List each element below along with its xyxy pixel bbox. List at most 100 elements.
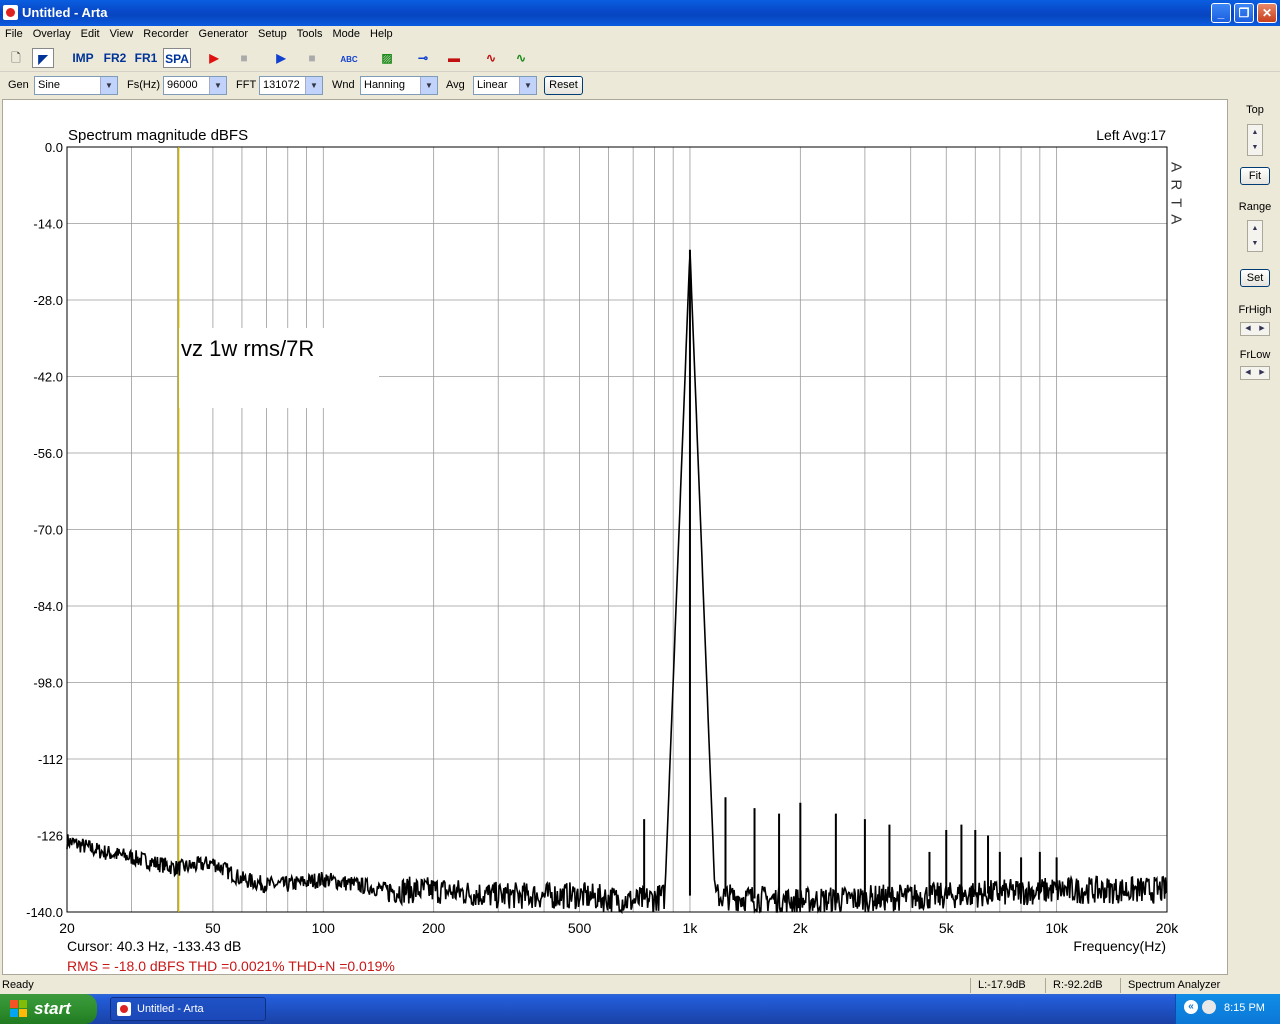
- minimize-button[interactable]: _: [1211, 3, 1231, 23]
- spectrum-view-icon[interactable]: ∿: [510, 48, 532, 68]
- window-title: Untitled - Arta: [22, 5, 108, 20]
- x-tick-label: 20: [59, 920, 75, 936]
- wnd-select[interactable]: Hanning ▼: [360, 76, 438, 95]
- close-button[interactable]: ✕: [1257, 3, 1277, 23]
- tray-app-icon[interactable]: [1202, 1000, 1216, 1014]
- status-bar: Ready L:-17.9dB R:-92.2dB Spectrum Analy…: [0, 977, 1280, 994]
- cursor-mode-icon[interactable]: ◤: [32, 48, 54, 68]
- menu-recorder[interactable]: Recorder: [138, 26, 193, 40]
- x-tick-label: 200: [422, 920, 446, 936]
- reset-button[interactable]: Reset: [544, 76, 583, 95]
- right-level: R:-92.2dB: [1053, 979, 1103, 991]
- fit-button[interactable]: Fit: [1240, 167, 1270, 185]
- taskbar-item-label: Untitled - Arta: [137, 1003, 204, 1015]
- impulse-mode-button[interactable]: IMP: [70, 48, 96, 68]
- menu-tools[interactable]: Tools: [292, 26, 328, 40]
- grid-lines: [66, 146, 1168, 913]
- top-label: Top: [1246, 104, 1264, 116]
- menu-view[interactable]: View: [105, 26, 139, 40]
- set-button[interactable]: Set: [1240, 269, 1270, 287]
- tray-expand-icon[interactable]: «: [1184, 1000, 1198, 1014]
- start-button[interactable]: start: [0, 994, 97, 1024]
- spa-mode-button[interactable]: SPA: [163, 48, 191, 68]
- plot-title: Spectrum magnitude dBFS: [68, 127, 248, 144]
- spectrum-plot-panel[interactable]: 0.0 -14.0 -28.0 -42.0 -56.0 -70.0 -84.0 -98.0 -1…: [2, 99, 1228, 975]
- menu-bar: File Overlay Edit View Recorder Generator Setu…: [0, 26, 1280, 44]
- taskbar-item-arta[interactable]: Untitled - Arta: [110, 997, 266, 1021]
- fft-select[interactable]: 131072 ▼: [259, 76, 323, 95]
- chevron-down-icon[interactable]: ▼: [100, 77, 117, 94]
- fs-select[interactable]: 96000 ▼: [163, 76, 227, 95]
- menu-setup[interactable]: Setup: [253, 26, 292, 40]
- restore-button[interactable]: ❐: [1234, 3, 1254, 23]
- up-arrow-icon[interactable]: ▲: [1248, 221, 1262, 236]
- fr2-mode-button[interactable]: FR2: [102, 48, 128, 68]
- y-tick-label: 0.0: [45, 140, 63, 155]
- wnd-value: Hanning: [364, 79, 405, 91]
- status-ready: Ready: [2, 979, 34, 991]
- y-tick-label: -126: [37, 829, 63, 844]
- x-tick-labels: 20 50 100 200 500 1k 2k 5k 10k 20k: [59, 920, 1179, 936]
- left-arrow-icon[interactable]: ◀: [1241, 367, 1255, 379]
- hatch-icon[interactable]: ▨: [376, 48, 398, 68]
- menu-edit[interactable]: Edit: [76, 26, 105, 40]
- annotation-text: vz 1w rms/7R: [181, 336, 314, 361]
- x-tick-label: 20k: [1156, 920, 1180, 936]
- clock: 8:15 PM: [1224, 1002, 1265, 1014]
- frhigh-spinner[interactable]: ◀ ▶: [1240, 322, 1270, 336]
- y-tick-label: -84.0: [33, 599, 63, 614]
- fr1-mode-button[interactable]: FR1: [133, 48, 159, 68]
- play-icon[interactable]: ▶: [270, 48, 292, 68]
- range-label: Range: [1238, 201, 1272, 213]
- title-bar: Untitled - Arta _ ❐ ✕: [0, 0, 1280, 26]
- fs-label: Fs(Hz): [127, 79, 160, 91]
- up-arrow-icon[interactable]: ▲: [1248, 125, 1262, 140]
- abc-icon[interactable]: ABC: [337, 48, 361, 68]
- new-file-icon[interactable]: 🗋: [5, 48, 27, 68]
- gen-select[interactable]: Sine ▼: [34, 76, 118, 95]
- chevron-down-icon[interactable]: ▼: [305, 77, 322, 94]
- top-spinner[interactable]: ▲ ▼: [1247, 124, 1263, 156]
- right-arrow-icon[interactable]: ▶: [1255, 323, 1269, 335]
- y-tick-label: -28.0: [33, 293, 63, 308]
- frlow-spinner[interactable]: ◀ ▶: [1240, 366, 1270, 380]
- gen-value: Sine: [38, 79, 61, 91]
- chevron-down-icon[interactable]: ▼: [420, 77, 437, 94]
- waveform-icon[interactable]: ∿: [480, 48, 502, 68]
- range-spinner[interactable]: ▲ ▼: [1247, 220, 1263, 252]
- bar-icon[interactable]: ▬: [443, 48, 465, 68]
- record-icon[interactable]: ▶: [203, 48, 225, 68]
- arta-app-icon[interactable]: [3, 5, 18, 20]
- slider-icon[interactable]: ⊸: [412, 48, 434, 68]
- channel-info: Left Avg:17: [1096, 127, 1166, 143]
- right-arrow-icon[interactable]: ▶: [1255, 367, 1269, 379]
- spectrum-chart[interactable]: 0.0 -14.0 -28.0 -42.0 -56.0 -70.0 -84.0 -98.0 -1…: [3, 100, 1227, 974]
- chevron-down-icon[interactable]: ▼: [519, 77, 536, 94]
- y-tick-label: -42.0: [33, 370, 63, 385]
- menu-file[interactable]: File: [0, 26, 28, 40]
- wnd-label: Wnd: [332, 79, 355, 91]
- menu-mode[interactable]: Mode: [327, 26, 365, 40]
- avg-value: Linear: [477, 79, 508, 91]
- down-arrow-icon[interactable]: ▼: [1248, 140, 1262, 155]
- fs-value: 96000: [167, 79, 198, 91]
- y-tick-label: -56.0: [33, 446, 63, 461]
- x-tick-label: 5k: [939, 920, 955, 936]
- fft-value: 131072: [263, 79, 300, 91]
- x-tick-label: 50: [205, 920, 221, 936]
- system-tray: « 8:15 PM: [1175, 994, 1280, 1024]
- stop-playback-icon[interactable]: ■: [301, 48, 323, 68]
- menu-help[interactable]: Help: [365, 26, 398, 40]
- generator-control-bar: Gen Sine ▼ Fs(Hz) 96000 ▼ FFT 131072 ▼ Wnd …: [0, 72, 1280, 98]
- y-tick-label: -140.0: [26, 905, 63, 920]
- menu-generator[interactable]: Generator: [194, 26, 254, 40]
- chevron-down-icon[interactable]: ▼: [209, 77, 226, 94]
- down-arrow-icon[interactable]: ▼: [1248, 236, 1262, 251]
- menu-overlay[interactable]: Overlay: [28, 26, 76, 40]
- toolbar: 🗋 ◤ IMP FR2 FR1 SPA ▶ ■ ▶ ■ ABC ▨ ⊸ ▬ ∿ …: [0, 45, 1280, 72]
- stop-icon[interactable]: ■: [233, 48, 255, 68]
- right-control-panel: Top ▲ ▼ Fit Range ▲ ▼ Set FrHigh ◀ ▶ FrLow …: [1230, 99, 1280, 975]
- avg-select[interactable]: Linear ▼: [473, 76, 537, 95]
- left-arrow-icon[interactable]: ◀: [1241, 323, 1255, 335]
- frlow-label: FrLow: [1239, 349, 1271, 361]
